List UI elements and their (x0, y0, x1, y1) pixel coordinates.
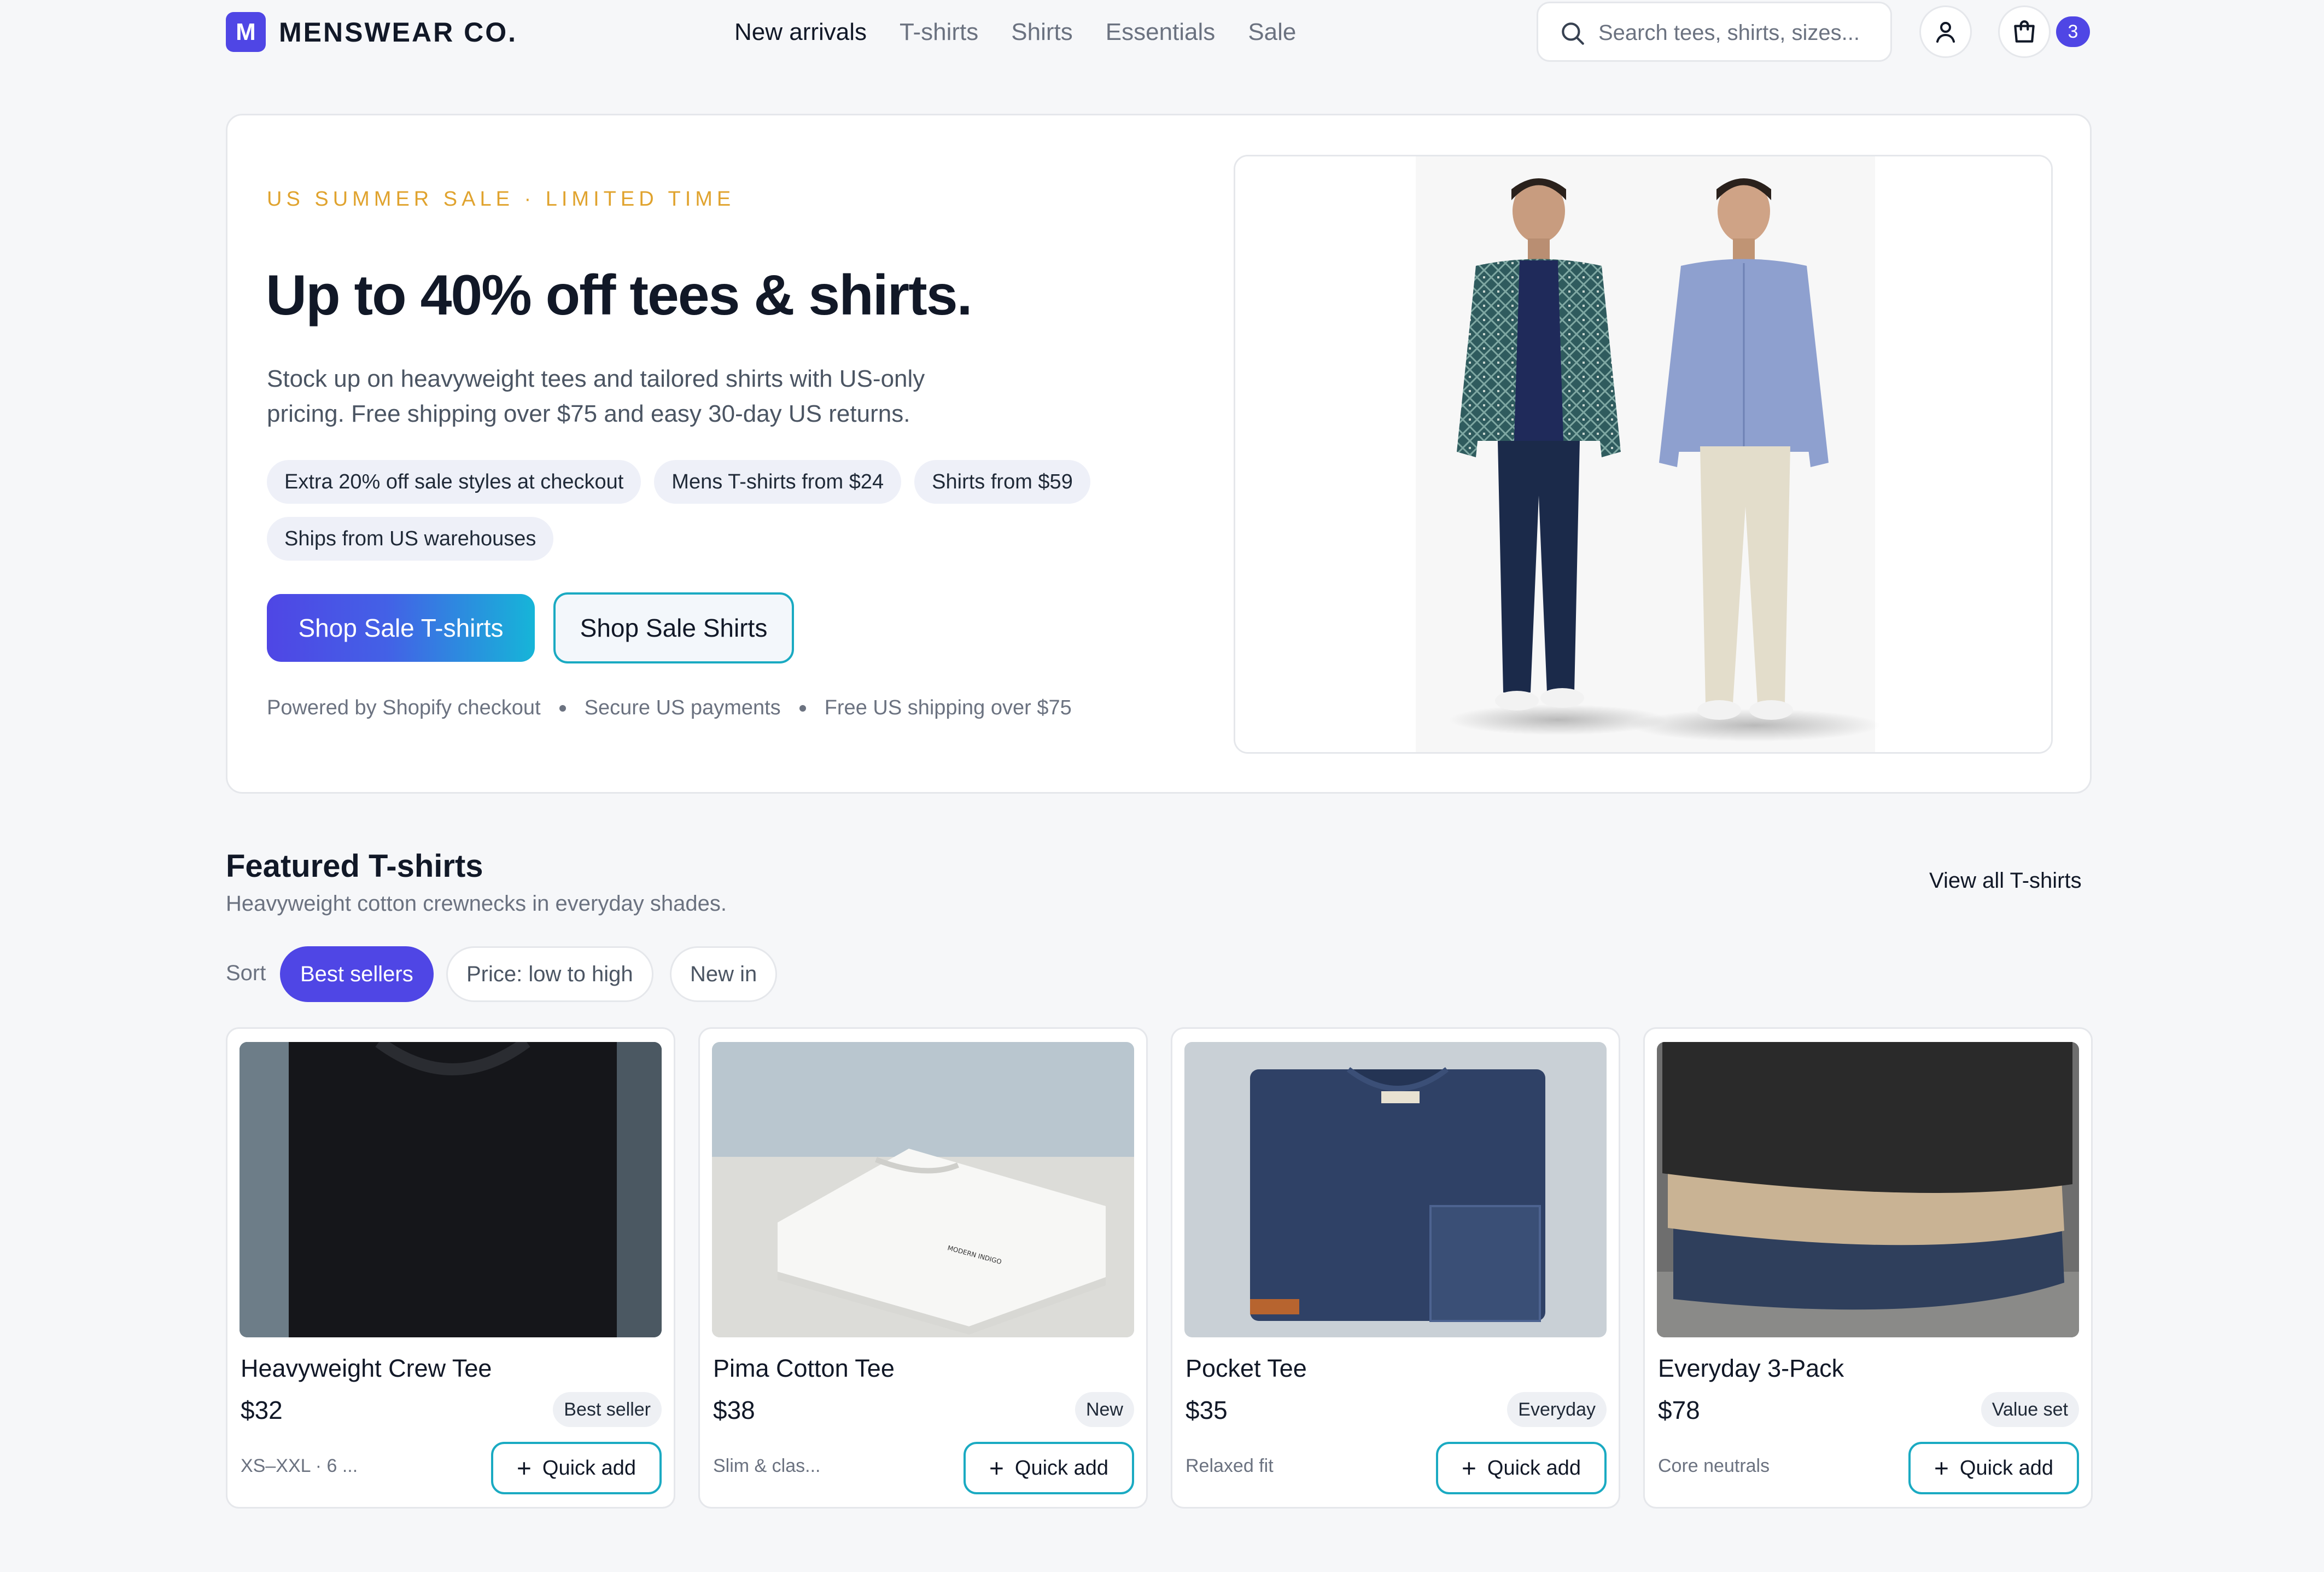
featured-section-title: Featured T-shirts (226, 848, 483, 884)
product-tag: Everyday (1507, 1392, 1607, 1427)
product-name[interactable]: Heavyweight Crew Tee (241, 1354, 492, 1383)
trust-item: Powered by Shopify checkout (267, 696, 541, 719)
sort-best-sellers[interactable]: Best sellers (280, 946, 434, 1002)
trust-item: Secure US payments (584, 696, 781, 719)
product-name[interactable]: Pocket Tee (1186, 1354, 1307, 1383)
product-price: $35 (1186, 1396, 1228, 1424)
site-header: M MENSWEAR CO. New arrivals T-shirts Shi… (0, 0, 2324, 66)
sort-new-in[interactable]: New in (670, 946, 778, 1002)
trust-badges: Powered by Shopify checkout Secure US pa… (267, 696, 1072, 720)
product-card[interactable]: Pocket Tee $35 Everyday Relaxed fit + Qu… (1171, 1027, 1620, 1509)
promo-pill: Mens T-shirts from $24 (654, 460, 902, 504)
quick-add-label: Quick add (542, 1456, 636, 1480)
quick-add-button[interactable]: + Quick add (1908, 1442, 2079, 1494)
nav-sale[interactable]: Sale (1248, 19, 1296, 46)
product-meta: Relaxed fit (1186, 1455, 1274, 1476)
product-image[interactable]: MODERN INDIGO (712, 1042, 1134, 1337)
shopping-bag-icon (2014, 20, 2035, 43)
search-box[interactable] (1537, 2, 1892, 62)
product-meta: Slim & clas... (713, 1455, 821, 1476)
hero-title: Up to 40% off tees & shirts. (266, 264, 972, 327)
logo-mark[interactable]: M (226, 12, 266, 52)
product-name[interactable]: Everyday 3-Pack (1658, 1354, 1844, 1383)
promo-pill: Extra 20% off sale styles at checkout (267, 460, 641, 504)
brand-name[interactable]: MENSWEAR CO. (279, 16, 517, 48)
product-tag: New (1075, 1392, 1134, 1427)
promo-pill: Shirts from $59 (914, 460, 1090, 504)
promo-pills: Extra 20% off sale styles at checkout Me… (267, 460, 1196, 561)
hero-banner: US SUMMER SALE · LIMITED TIME Up to 40% … (226, 114, 2092, 794)
nav-shirts[interactable]: Shirts (1011, 19, 1072, 46)
nav-t-shirts[interactable]: T-shirts (900, 19, 978, 46)
cart-count-badge: 3 (2056, 16, 2090, 47)
product-name[interactable]: Pima Cotton Tee (713, 1354, 895, 1383)
trust-item: Free US shipping over $75 (824, 696, 1072, 719)
product-card[interactable]: Everyday 3-Pack $78 Value set Core neutr… (1643, 1027, 2093, 1509)
product-card[interactable]: MODERN INDIGO Pima Cotton Tee $38 New Sl… (698, 1027, 1148, 1509)
shop-sale-tshirts-button[interactable]: Shop Sale T-shirts (267, 594, 535, 662)
product-tag: Value set (1981, 1392, 2079, 1427)
search-input[interactable] (1598, 16, 1883, 49)
product-card[interactable]: Heavyweight Crew Tee $32 Best seller XS–… (226, 1027, 675, 1509)
hero-eyebrow: US SUMMER SALE · LIMITED TIME (267, 188, 735, 211)
product-price: $38 (713, 1396, 755, 1424)
quick-add-button[interactable]: + Quick add (964, 1442, 1134, 1494)
product-price: $78 (1658, 1396, 1700, 1424)
sort-price-low-high[interactable]: Price: low to high (446, 946, 653, 1002)
product-meta: Core neutrals (1658, 1455, 1770, 1476)
product-tag: Best seller (553, 1392, 662, 1427)
product-image[interactable] (240, 1042, 662, 1337)
plus-icon: + (1934, 1454, 1949, 1482)
quick-add-label: Quick add (1014, 1456, 1108, 1480)
nav-new-arrivals[interactable]: New arrivals (734, 19, 867, 46)
cart-button[interactable] (1998, 5, 2051, 58)
product-price: $32 (241, 1396, 283, 1424)
separator-dot (559, 705, 566, 712)
sort-label: Sort (226, 961, 266, 985)
quick-add-button[interactable]: + Quick add (491, 1442, 662, 1494)
quick-add-label: Quick add (1959, 1456, 2053, 1480)
account-button[interactable] (1919, 5, 1972, 58)
product-meta: XS–XXL · 6 ... (241, 1455, 358, 1476)
hero-description: Stock up on heavyweight tees and tailore… (267, 365, 925, 427)
nav-essentials[interactable]: Essentials (1106, 19, 1216, 46)
product-image[interactable] (1184, 1042, 1607, 1337)
shop-sale-shirts-button[interactable]: Shop Sale Shirts (553, 592, 794, 663)
plus-icon: + (989, 1454, 1004, 1482)
plus-icon: + (1462, 1454, 1476, 1482)
quick-add-button[interactable]: + Quick add (1436, 1442, 1607, 1494)
user-icon (1936, 22, 1955, 43)
search-icon (1562, 22, 1584, 45)
separator-dot (799, 705, 806, 712)
plus-icon: + (517, 1454, 532, 1482)
hero-models-image (1234, 155, 2053, 754)
product-image[interactable] (1657, 1042, 2079, 1337)
featured-section-subtitle: Heavyweight cotton crewnecks in everyday… (226, 892, 727, 916)
main-nav: New arrivals T-shirts Shirts Essentials … (734, 19, 1329, 46)
quick-add-label: Quick add (1487, 1456, 1581, 1480)
promo-pill: Ships from US warehouses (267, 517, 554, 561)
view-all-tshirts-link[interactable]: View all T-shirts (1929, 869, 2082, 893)
